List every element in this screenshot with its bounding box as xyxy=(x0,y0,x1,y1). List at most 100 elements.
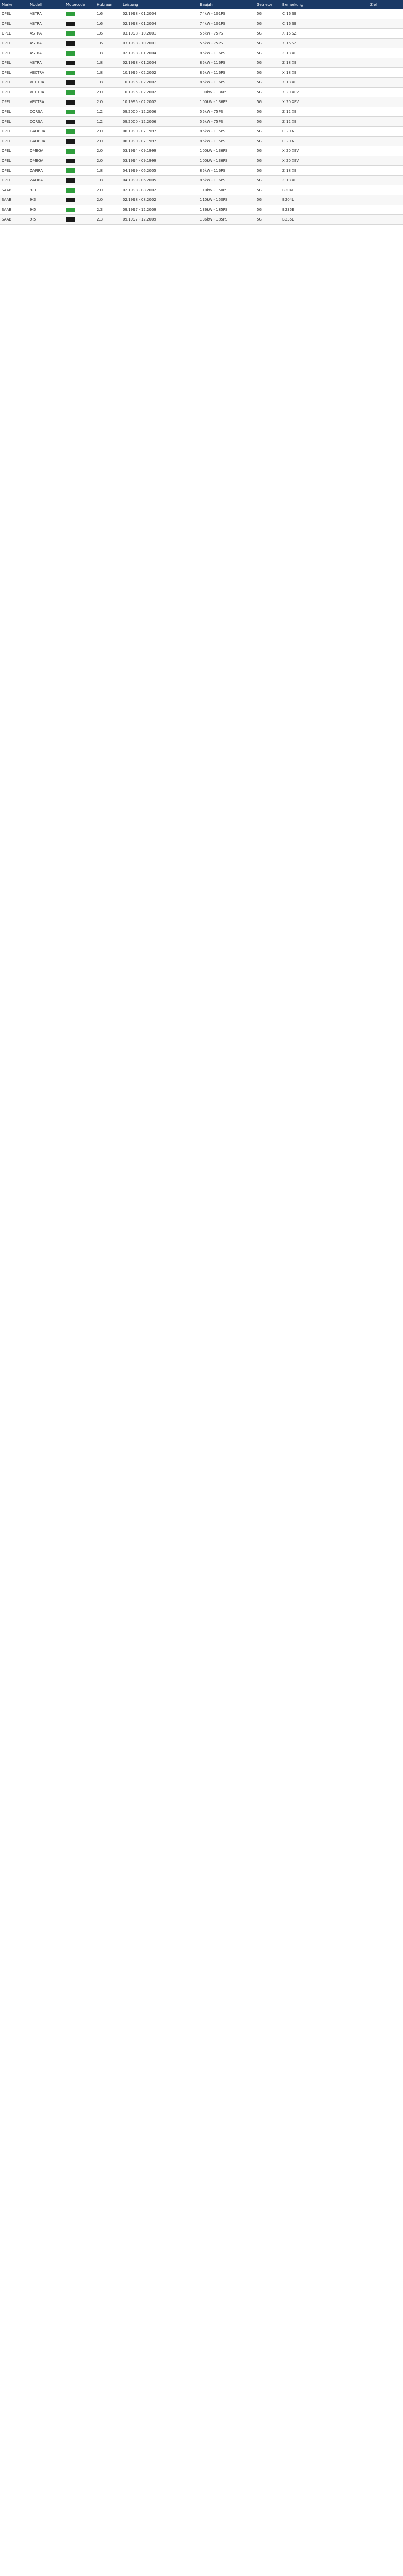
badge-cell xyxy=(64,97,95,107)
power-cell: 55kW - 75PS xyxy=(198,28,255,39)
note-cell: C 20 NE xyxy=(281,126,368,137)
period-cell: 02.1998 - 01.2004 xyxy=(121,9,198,19)
table-row: OPEL ASTRA 1.6 02.1998 - 01.2004 74kW - 101P… xyxy=(0,19,403,29)
engine-cell: 2.0 xyxy=(95,156,121,166)
engine-cell: 2.0 xyxy=(95,97,121,107)
engine-cell: 1.8 xyxy=(95,77,121,88)
model-cell: CALIBRA xyxy=(28,136,64,146)
note-cell: C 20 NE xyxy=(281,136,368,146)
target-cell xyxy=(368,156,403,166)
part-badge-icon xyxy=(66,119,75,124)
gear-cell: 5G xyxy=(255,9,281,19)
gear-cell: 5G xyxy=(255,126,281,137)
brand-cell: OPEL xyxy=(0,67,28,78)
table-row: OPEL OMEGA 2.0 03.1994 - 09.1999 100kW - 136… xyxy=(0,146,403,156)
badge-cell xyxy=(64,19,95,29)
period-cell: 09.2000 - 12.2006 xyxy=(121,116,198,127)
brand-cell: OPEL xyxy=(0,107,28,117)
badge-cell xyxy=(64,48,95,58)
engine-cell: 2.0 xyxy=(95,87,121,97)
period-cell: 02.1998 - 08.2002 xyxy=(121,185,198,195)
header-power: Leistung xyxy=(121,0,198,9)
part-badge-icon xyxy=(66,70,75,75)
power-cell: 85kW - 116PS xyxy=(198,165,255,176)
power-cell: 110kW - 150PS xyxy=(198,195,255,205)
badge-cell xyxy=(64,165,95,176)
badge-cell xyxy=(64,156,95,166)
part-badge-icon xyxy=(66,207,75,212)
target-cell xyxy=(368,28,403,39)
power-cell: 85kW - 115PS xyxy=(198,126,255,137)
engine-cell: 1.6 xyxy=(95,28,121,39)
note-cell: B235E xyxy=(281,205,368,215)
note-cell: Z 18 XE xyxy=(281,48,368,58)
badge-cell xyxy=(64,58,95,68)
header-target: Ziel xyxy=(368,0,403,9)
part-badge-icon xyxy=(66,50,75,56)
target-cell xyxy=(368,19,403,29)
note-cell: X 20 XEV xyxy=(281,156,368,166)
period-cell: 02.1998 - 01.2004 xyxy=(121,58,198,68)
power-cell: 85kW - 116PS xyxy=(198,48,255,58)
gear-cell: 5G xyxy=(255,175,281,185)
table-row: OPEL CALIBRA 2.0 06.1990 - 07.1997 85kW - 11… xyxy=(0,136,403,146)
gear-cell: 5G xyxy=(255,195,281,205)
badge-cell xyxy=(64,67,95,78)
model-cell: OMEGA xyxy=(28,156,64,166)
engine-cell: 2.0 xyxy=(95,146,121,156)
brand-cell: OPEL xyxy=(0,126,28,137)
target-cell xyxy=(368,165,403,176)
power-cell: 55kW - 75PS xyxy=(198,38,255,48)
target-cell xyxy=(368,58,403,68)
badge-cell xyxy=(64,116,95,127)
badge-cell xyxy=(64,195,95,205)
part-badge-icon xyxy=(66,217,75,222)
brand-cell: OPEL xyxy=(0,87,28,97)
model-cell: 9-5 xyxy=(28,205,64,215)
period-cell: 09.1997 - 12.2009 xyxy=(121,205,198,215)
model-cell: ZAFIRA xyxy=(28,165,64,176)
brand-cell: OPEL xyxy=(0,28,28,39)
note-cell: Z 18 XE xyxy=(281,165,368,176)
gear-cell: 5G xyxy=(255,58,281,68)
model-cell: VECTRA xyxy=(28,77,64,88)
table-row: SAAB 9-3 2.0 02.1998 - 08.2002 110kW - 150PS… xyxy=(0,195,403,205)
power-cell: 55kW - 75PS xyxy=(198,107,255,117)
part-badge-icon xyxy=(66,11,75,16)
table-row: OPEL CORSA 1.2 09.2000 - 12.2006 55kW - 75PS… xyxy=(0,107,403,117)
part-badge-icon xyxy=(66,90,75,95)
brand-cell: SAAB xyxy=(0,214,28,225)
model-cell: VECTRA xyxy=(28,97,64,107)
part-badge-icon xyxy=(66,158,75,163)
note-cell: C 16 SE xyxy=(281,9,368,19)
target-cell xyxy=(368,107,403,117)
note-cell: X 18 XE xyxy=(281,67,368,78)
target-cell xyxy=(368,97,403,107)
gear-cell: 5G xyxy=(255,165,281,176)
engine-cell: 2.3 xyxy=(95,205,121,215)
gear-cell: 5G xyxy=(255,87,281,97)
brand-cell: SAAB xyxy=(0,205,28,215)
brand-cell: OPEL xyxy=(0,58,28,68)
note-cell: B204L xyxy=(281,195,368,205)
engine-cell: 1.2 xyxy=(95,116,121,127)
target-cell xyxy=(368,116,403,127)
period-cell: 09.2000 - 12.2006 xyxy=(121,107,198,117)
period-cell: 06.1990 - 07.1997 xyxy=(121,126,198,137)
engine-cell: 1.8 xyxy=(95,58,121,68)
note-cell: Z 12 XE xyxy=(281,107,368,117)
engine-cell: 1.2 xyxy=(95,107,121,117)
part-badge-icon xyxy=(66,148,75,154)
engine-cell: 1.8 xyxy=(95,48,121,58)
power-cell: 85kW - 116PS xyxy=(198,58,255,68)
gear-cell: 5G xyxy=(255,48,281,58)
target-cell xyxy=(368,48,403,58)
gear-cell: 5G xyxy=(255,214,281,225)
brand-cell: OPEL xyxy=(0,38,28,48)
note-cell: B235E xyxy=(281,214,368,225)
table-row: OPEL VECTRA 1.8 10.1995 - 02.2002 85kW - 116… xyxy=(0,77,403,88)
badge-cell xyxy=(64,136,95,146)
part-badge-icon xyxy=(66,41,75,46)
brand-cell: SAAB xyxy=(0,195,28,205)
table-row: OPEL ASTRA 1.6 02.1998 - 01.2004 74kW - 101P… xyxy=(0,9,403,19)
